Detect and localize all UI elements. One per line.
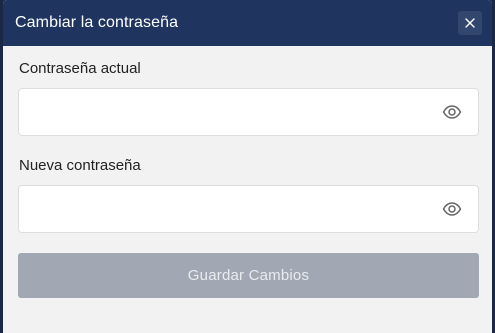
change-password-dialog: Cambiar la contraseña Contraseña actual … (3, 0, 492, 333)
new-password-input[interactable] (19, 186, 443, 232)
dialog-body: Contraseña actual Nueva contraseña Guard… (3, 46, 492, 298)
current-password-group: Contraseña actual (18, 59, 479, 136)
new-password-wrapper (18, 185, 479, 233)
save-changes-button[interactable]: Guardar Cambios (18, 253, 479, 298)
current-password-label: Contraseña actual (19, 60, 141, 77)
close-icon (465, 18, 475, 28)
current-password-wrapper (18, 88, 479, 136)
eye-icon (442, 202, 462, 216)
show-current-password-button[interactable] (442, 104, 462, 120)
dialog-header: Cambiar la contraseña (3, 0, 492, 46)
save-changes-label: Guardar Cambios (187, 267, 310, 284)
close-button[interactable] (458, 11, 482, 35)
new-password-group: Nueva contraseña (18, 156, 479, 233)
dialog-title: Cambiar la contraseña (15, 14, 179, 31)
show-new-password-button[interactable] (442, 201, 462, 217)
new-password-label: Nueva contraseña (19, 157, 141, 174)
current-password-input[interactable] (19, 89, 443, 135)
eye-icon (442, 105, 462, 119)
